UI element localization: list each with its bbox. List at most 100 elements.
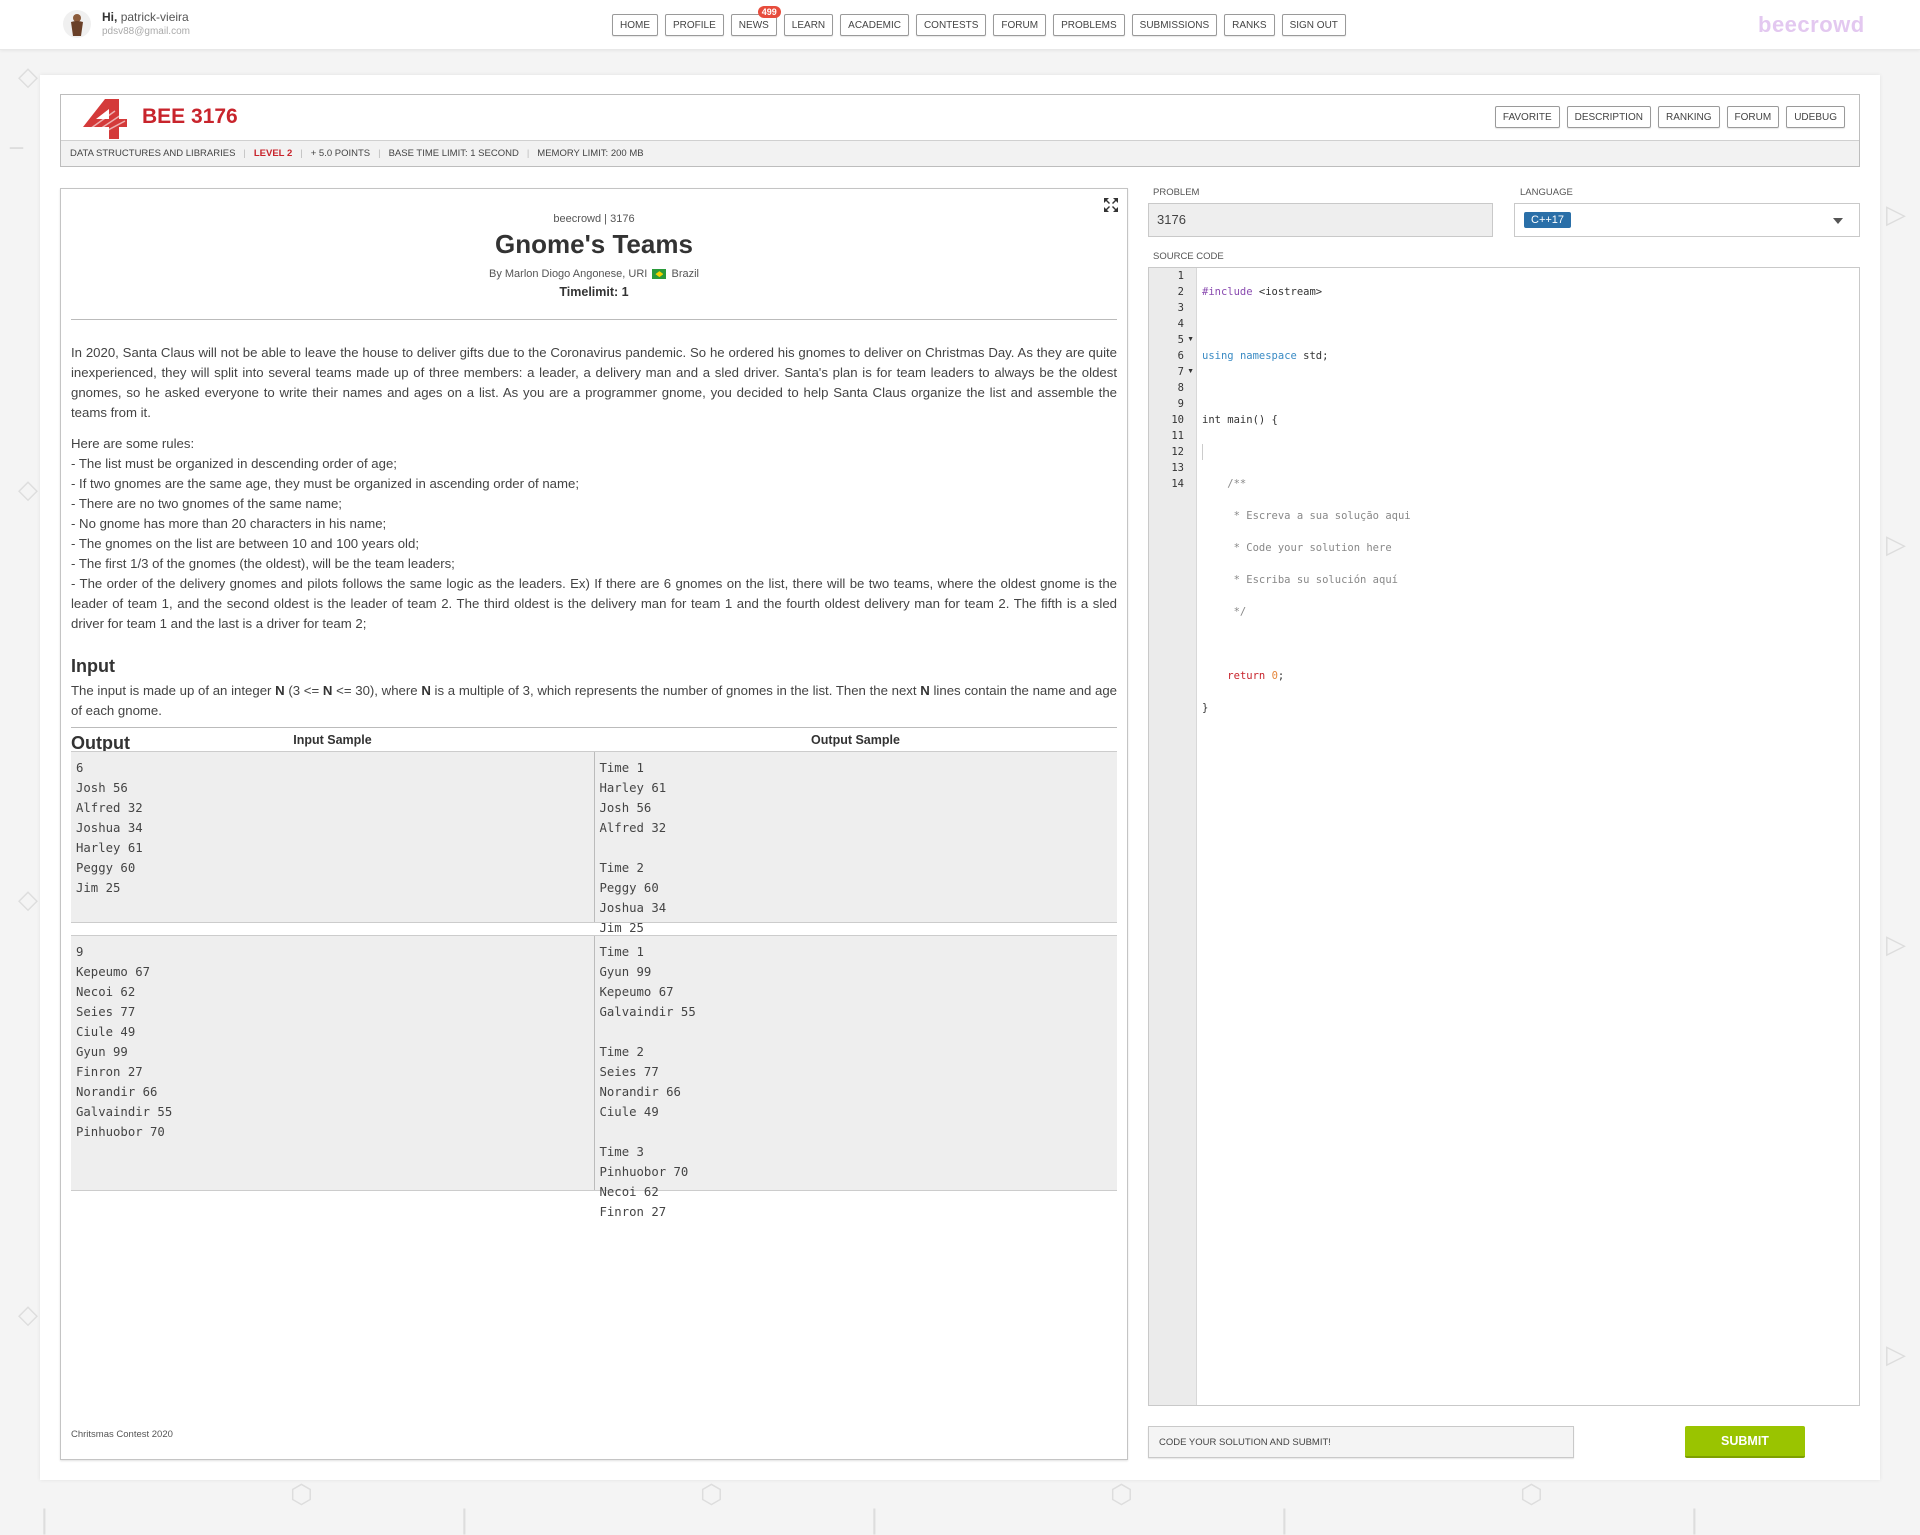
avatar[interactable] <box>62 8 92 40</box>
expand-icon[interactable] <box>1103 197 1119 213</box>
input-sample-header: Input Sample <box>293 732 372 747</box>
line-number: 6 <box>1177 350 1184 362</box>
problem-source: beecrowd | 3176 <box>553 213 635 225</box>
nav-forum-button[interactable]: FORUM <box>993 14 1047 36</box>
sample-output: Time 1 Gyun 99 Kepeumo 67 Galvaindir 55 … <box>593 936 1118 1219</box>
tab-forum[interactable]: FORUM <box>1726 106 1780 128</box>
line-number: 10 <box>1171 414 1184 426</box>
problem-level: LEVEL 2 <box>253 148 293 159</box>
nav-learn-button[interactable]: LEARN <box>783 14 834 36</box>
rule-item: - The first 1/3 of the gnomes (the oldes… <box>71 556 455 571</box>
input-paragraph: The input is made up of an integer N (3 … <box>71 683 1117 718</box>
code-line: * Code your solution here <box>1202 542 1392 554</box>
fold-toggle-icon[interactable]: ▼ <box>1187 332 1194 348</box>
beecrowd-logo[interactable]: beecrowd <box>1758 12 1865 38</box>
input-heading: Input <box>71 656 115 676</box>
source-code-label: SOURCE CODE <box>1153 251 1224 262</box>
rule-item: - No gnome has more than 20 characters i… <box>71 516 387 531</box>
line-number: 4 <box>1177 318 1184 330</box>
contest-footer: Chritsmas Contest 2020 <box>71 1429 173 1440</box>
line-number: 14 <box>1171 478 1184 490</box>
problem-label: PROBLEM <box>1153 187 1200 198</box>
line-number: 8 <box>1177 382 1184 394</box>
line-number: 11 <box>1171 430 1184 442</box>
source-code[interactable]: #include <iostream> using namespace std;… <box>1202 268 1411 748</box>
code-line: /** <box>1202 478 1247 490</box>
code-line: */ <box>1202 606 1247 618</box>
problem-points: + 5.0 POINTS <box>310 148 371 159</box>
rules-block: Here are some rules: - The list must be … <box>71 434 1117 634</box>
code-line: #include <iostream> <box>1202 286 1323 298</box>
code-line: * Escreva a sua solução aqui <box>1202 510 1411 522</box>
description-panel: beecrowd | 3176 Gnome's Teams By Marlon … <box>60 188 1128 1460</box>
problem-header: BEE 3176 FAVORITE DESCRIPTION RANKING FORUM… <box>60 94 1860 167</box>
line-number: 3 <box>1177 302 1184 314</box>
nav-sign-out-button[interactable]: SIGN OUT <box>1281 14 1346 36</box>
problem-category: DATA STRUCTURES AND LIBRARIES <box>70 148 236 159</box>
code-editor[interactable]: 1 2 3 4 5 ▼ 6 7 ▼ 8 9 10 11 12 13 14 #include <iostream… <box>1148 267 1860 1406</box>
rule-item: - There are no two gnomes of the same na… <box>71 496 342 511</box>
difficulty-4-icon <box>83 99 127 139</box>
chevron-down-icon <box>1833 218 1843 224</box>
user-email: pdsv88@gmail.com <box>102 26 190 37</box>
nav-profile-button[interactable]: PROFILE <box>665 14 724 36</box>
rule-item: - The order of the delivery gnomes and p… <box>71 576 1117 631</box>
tab-favorite[interactable]: FAVORITE <box>1494 106 1560 128</box>
code-line: int main() { <box>1202 414 1278 426</box>
line-number: 1 <box>1177 270 1184 282</box>
problem-name: Gnome's Teams <box>495 229 693 259</box>
intro-paragraph: In 2020, Santa Claus will not be able to… <box>71 345 1117 420</box>
tab-udebug[interactable]: UDEBUG <box>1786 106 1845 128</box>
language-select[interactable]: C++17 <box>1514 203 1860 237</box>
line-number: 2 <box>1177 286 1184 298</box>
user-greeting: Hi, patrick-vieira <box>102 10 189 24</box>
problem-memory-limit: MEMORY LIMIT: 200 MB <box>537 148 644 159</box>
code-line: return 0; <box>1227 670 1285 682</box>
sample-output: Time 1 Harley 61 Josh 56 Alfred 32 Time … <box>593 752 1118 935</box>
problem-id-field[interactable]: 3176 <box>1148 203 1493 237</box>
user-name[interactable]: patrick-vieira <box>121 10 189 24</box>
fold-toggle-icon[interactable]: ▼ <box>1187 364 1194 380</box>
code-line: } <box>1202 702 1209 714</box>
problem-timelimit: Timelimit: 1 <box>559 285 629 299</box>
brazil-flag-icon <box>652 269 667 280</box>
sample-input: 9 Kepeumo 67 Necoi 62 Seies 77 Ciule 49 … <box>76 945 173 1139</box>
rule-item: - If two gnomes are the same age, they m… <box>71 476 580 491</box>
line-number: 9 <box>1177 398 1184 410</box>
output-sample-header: Output Sample <box>811 732 900 747</box>
problem-time-limit: BASE TIME LIMIT: 1 SECOND <box>388 148 519 159</box>
nav-problems-button[interactable]: PROBLEMS <box>1053 14 1125 36</box>
top-bar: Hi, patrick-vieira pdsv88@gmail.com HOME… <box>0 0 1920 50</box>
line-number: 7 <box>1177 366 1184 378</box>
line-gutter: 1 2 3 4 5 ▼ 6 7 ▼ 8 9 10 11 12 13 14 <box>1149 268 1197 1405</box>
problem-info-bar: DATA STRUCTURES AND LIBRARIES | LEVEL 2 … <box>61 141 1859 166</box>
sample-1: 6 Josh 56 Alfred 32 Joshua 34 Harley 61 … <box>71 751 1118 935</box>
main-card: BEE 3176 FAVORITE DESCRIPTION RANKING FORUM… <box>40 75 1880 1480</box>
nav-academic-button[interactable]: ACADEMIC <box>840 14 909 36</box>
submit-hint: CODE YOUR SOLUTION AND SUBMIT! <box>1148 1426 1574 1458</box>
rule-item: - The list must be organized in descendi… <box>71 456 397 471</box>
divider <box>71 319 1117 320</box>
language-selected: C++17 <box>1524 212 1572 228</box>
language-label: LANGUAGE <box>1520 187 1573 198</box>
news-count-badge: 499 <box>757 6 781 18</box>
samples-header: Input Sample Output Sample <box>71 727 1117 751</box>
nav-contests-button[interactable]: CONTESTS <box>915 14 987 36</box>
nav-home-button[interactable]: HOME <box>612 14 658 36</box>
nav-news-button[interactable]: NEWS 499 <box>730 6 781 36</box>
nav-submissions-button[interactable]: SUBMISSIONS <box>1131 14 1218 36</box>
tab-description[interactable]: DESCRIPTION <box>1566 106 1651 128</box>
tab-ranking[interactable]: RANKING <box>1657 106 1720 128</box>
code-line: * Escriba su solución aquí <box>1202 574 1398 586</box>
problem-author: By Marlon Diogo Angonese, URI Brazil <box>488 268 699 280</box>
line-number: 12 <box>1171 446 1184 458</box>
problem-tabs: FAVORITE DESCRIPTION RANKING FORUM UDEBUG <box>1494 106 1845 128</box>
line-number: 13 <box>1171 462 1184 474</box>
nav-ranks-button[interactable]: RANKS <box>1224 14 1275 36</box>
sample-2: 9 Kepeumo 67 Necoi 62 Seies 77 Ciule 49 … <box>71 935 1118 1219</box>
submit-button[interactable]: SUBMIT <box>1685 1426 1805 1458</box>
